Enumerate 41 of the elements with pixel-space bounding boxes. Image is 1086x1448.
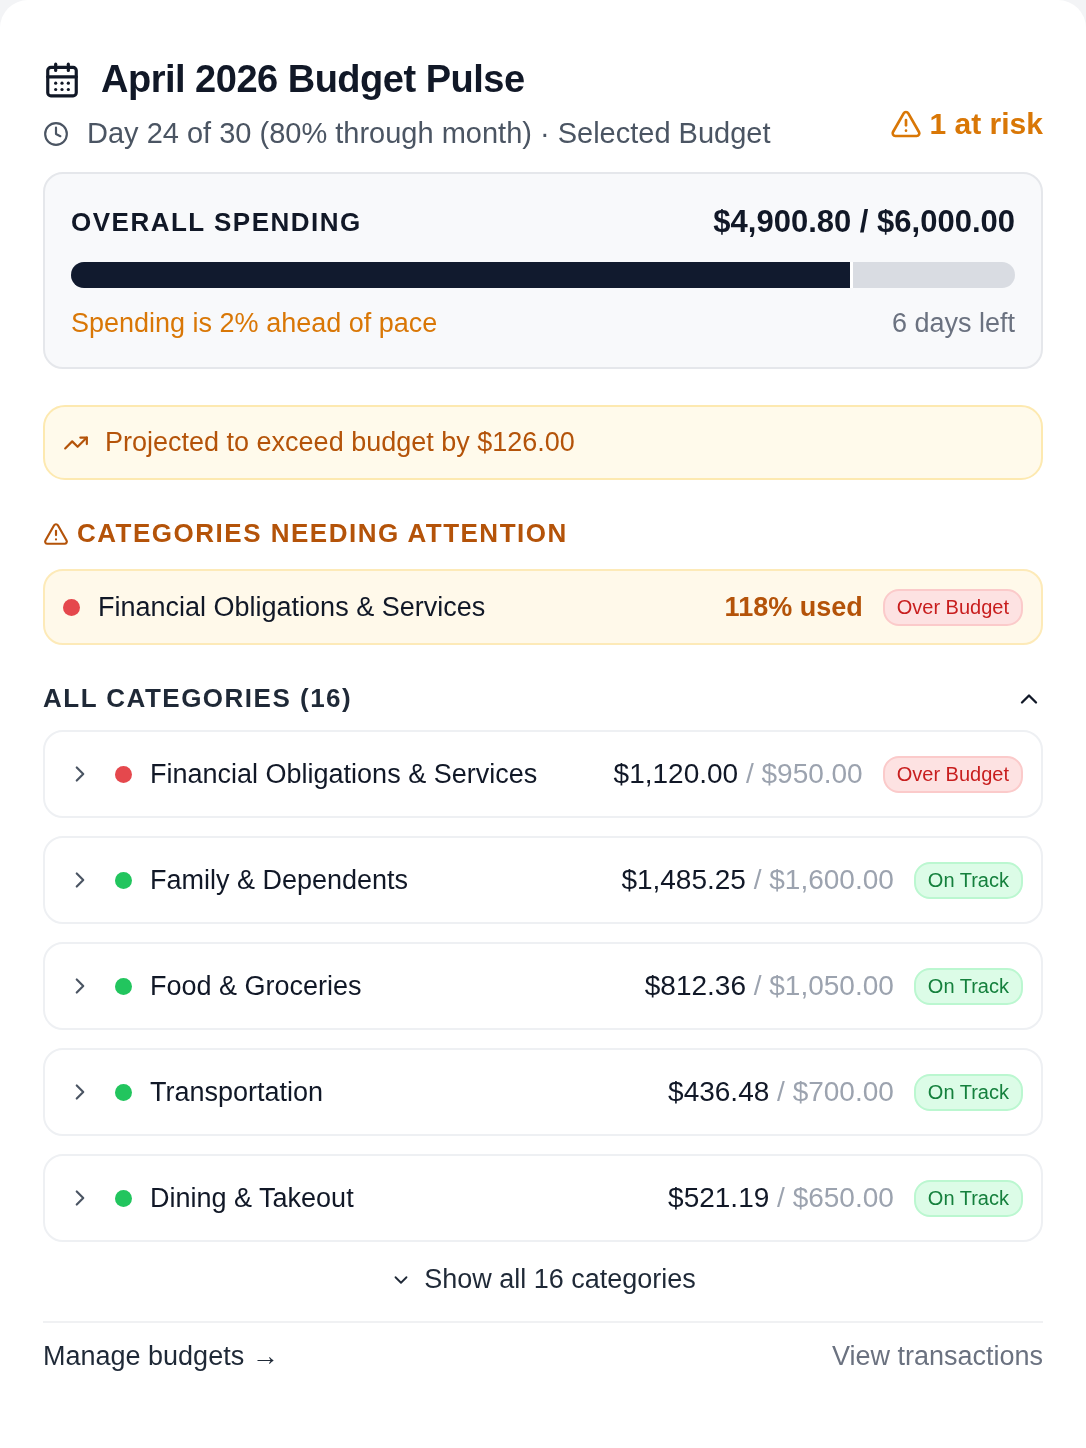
category-name: Dining & Takeout <box>150 1182 355 1214</box>
calendar-icon <box>43 60 81 99</box>
subtitle: Day 24 of 30 (80% through month) · Selected Budget <box>87 117 771 150</box>
category-name: Transportation <box>150 1076 325 1108</box>
warning-icon <box>889 108 922 140</box>
spent-vs-budget: $1,485.25 / $1,600.00 <box>621 864 894 896</box>
category-name: Family & Dependents <box>150 864 410 896</box>
category-name: Financial Obligations & Services <box>98 591 487 623</box>
category-row[interactable]: Food & Groceries $812.36 / $1,050.00 On Track <box>43 942 1043 1030</box>
overall-label: OVERALL SPENDING <box>71 206 362 238</box>
status-badge: On Track <box>913 967 1023 1005</box>
pace-text: Spending is 2% ahead of pace <box>71 308 438 339</box>
status-badge: Over Budget <box>882 755 1023 793</box>
status-badge: On Track <box>913 1073 1023 1111</box>
spent-vs-budget: $436.48 / $700.00 <box>668 1076 894 1108</box>
spent-vs-budget: $521.19 / $650.00 <box>668 1182 894 1214</box>
status-badge: On Track <box>913 1179 1023 1217</box>
category-name: Food & Groceries <box>150 970 363 1002</box>
show-all-button[interactable]: Show all 16 categories <box>390 1264 696 1295</box>
alert-text: Projected to exceed budget by $126.00 <box>105 427 575 458</box>
manage-budgets-link[interactable]: Manage budgets → <box>43 1341 279 1372</box>
category-row[interactable]: Transportation $436.48 / $700.00 On Track <box>43 1048 1043 1136</box>
spent-vs-budget: $812.36 / $1,050.00 <box>644 970 894 1002</box>
status-badge: On Track <box>913 861 1023 899</box>
category-name: Financial Obligations & Services <box>150 758 539 790</box>
card-title: April 2026 Budget Pulse <box>101 58 525 101</box>
attention-row[interactable]: Financial Obligations & Services 118% used Over Budget <box>43 569 1043 645</box>
days-left: 6 days left <box>891 308 1015 339</box>
category-row[interactable]: Financial Obligations & Services $1,120.00 / $950.00 Over Budget <box>43 730 1043 818</box>
usage-percent: 118% used <box>724 591 863 623</box>
warning-icon <box>43 520 69 547</box>
status-badge: Over Budget <box>882 588 1023 626</box>
overall-amount: $4,900.80 / $6,000.00 <box>713 204 1015 240</box>
category-row[interactable]: Dining & Takeout $521.19 / $650.00 On Track <box>43 1154 1043 1242</box>
clock-icon <box>43 120 69 147</box>
section-heading: ALL CATEGORIES (16) <box>43 683 353 714</box>
category-row[interactable]: Family & Dependents $1,485.25 / $1,600.00 On Track <box>43 836 1043 924</box>
view-transactions-link[interactable]: View transactions <box>831 1341 1043 1372</box>
section-heading: CATEGORIES NEEDING ATTENTION <box>77 518 568 549</box>
risk-count: 1 at risk <box>929 107 1043 141</box>
spent-vs-budget: $1,120.00 / $950.00 <box>613 758 863 790</box>
